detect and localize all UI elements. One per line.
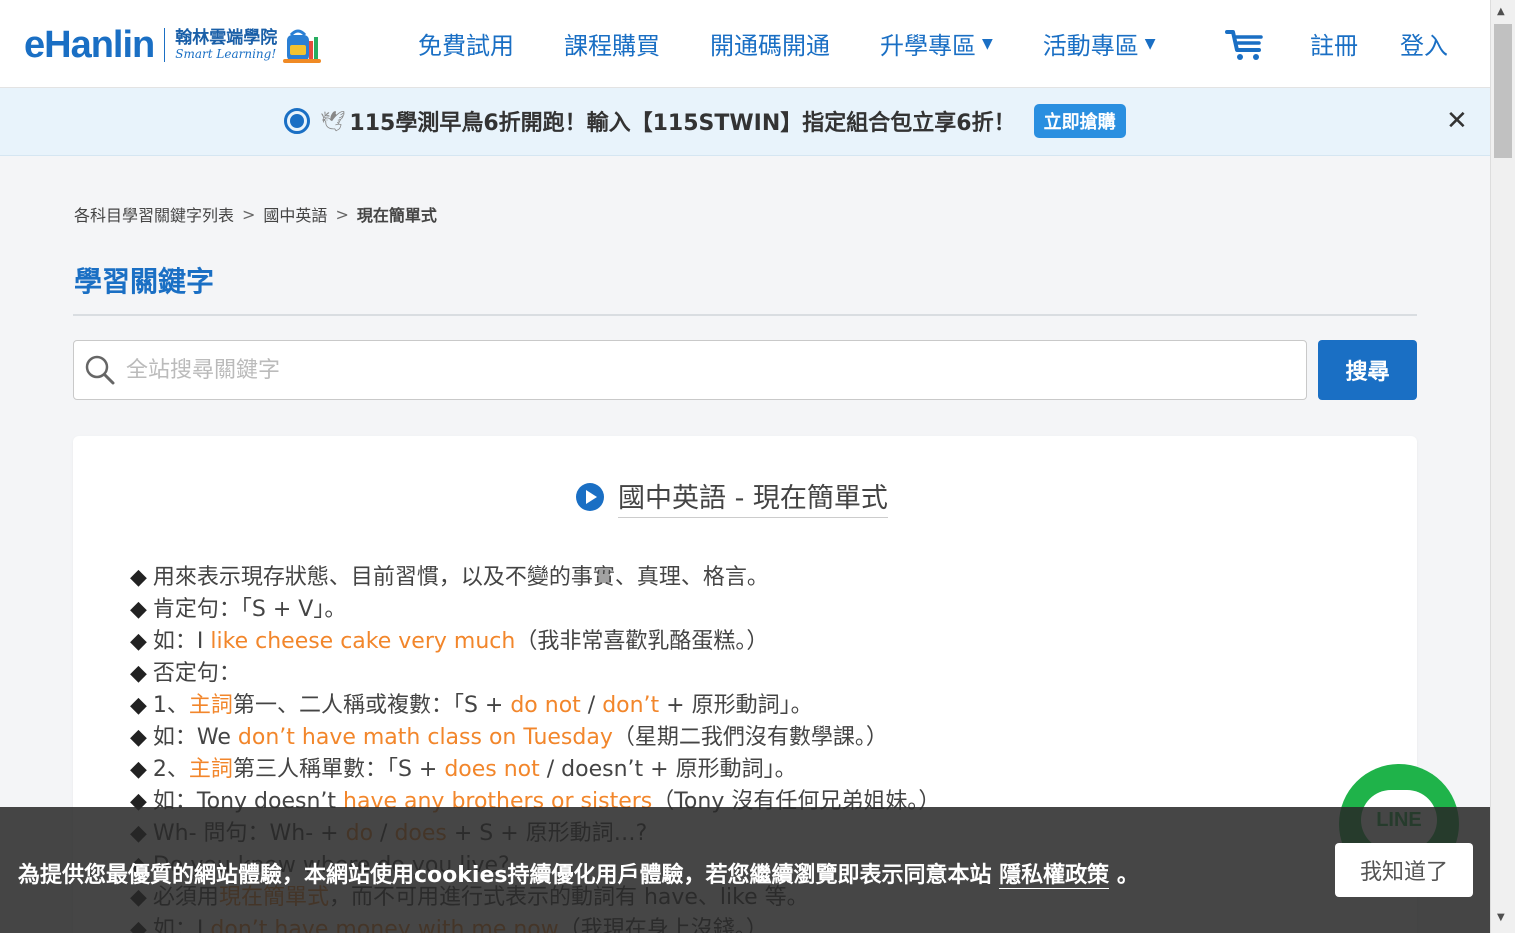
register-link[interactable]: 註冊 (1310, 26, 1358, 61)
content-text: 1、 (152, 693, 189, 718)
highlighted-keyword: do not (510, 693, 581, 718)
highlighted-keyword: don’t have math class on Tuesday (237, 725, 613, 750)
promo-banner: 🕊 115學測早鳥6折開跑！輸入【115STWIN】指定組合包立享6折！ 立即搶… (0, 88, 1490, 156)
nav-activation-code-label: 開通碼開通 (710, 32, 830, 60)
logo-tagline: Smart Learning! (175, 46, 277, 61)
content-text: 如：We (152, 725, 238, 750)
cookie-accept-button[interactable]: 我知道了 (1335, 843, 1473, 897)
caret-down-icon: ▼ (1144, 35, 1156, 52)
logo-divider (164, 28, 166, 62)
diamond-bullet-icon: ◆ (130, 757, 147, 782)
privacy-policy-link[interactable]: 隱私權政策 (999, 863, 1110, 889)
diamond-bullet-icon: ◆ (130, 597, 147, 622)
scroll-down-icon[interactable]: ▼ (1497, 912, 1505, 923)
content-text: + 原形動詞」。 (659, 693, 813, 718)
page-title: 學習關鍵字 (74, 265, 215, 298)
schoolbag-icon (283, 29, 322, 63)
diamond-bullet-icon: ◆ (130, 565, 147, 590)
caret-down-icon: ▼ (982, 35, 993, 52)
content-text: / (580, 693, 603, 718)
card-title-text: 國中英語 - 現在簡單式 (618, 476, 888, 518)
content-text: 用來表示現存狀態、目前習慣，以及不變的事實、真理、格言。 (152, 565, 769, 590)
diamond-bullet-icon: ◆ (130, 725, 147, 750)
content-text: 2、 (152, 757, 189, 782)
content-text: / doesn’t + 原形動詞」。 (539, 757, 797, 782)
cookie-message: 為提供您最優質的網站體驗，本網站使用cookies持續優化用戶體驗，若您繼續瀏覽… (18, 863, 992, 888)
content-text: 否定句： (152, 661, 241, 686)
logo-wordmark: eHanlin (24, 23, 155, 66)
nav-activation-code[interactable]: 開通碼開通 (710, 26, 830, 61)
highlighted-keyword: don’t (602, 693, 660, 718)
card-title: 國中英語 - 現在簡單式 (576, 476, 888, 518)
breadcrumb-separator: > (335, 204, 349, 224)
content-line: ◆ 否定句： (130, 658, 940, 690)
nav-course-purchase-label: 課程購買 (564, 32, 660, 60)
radio-dot-icon (284, 108, 310, 134)
nav-event-zone-label: 活動專區 (1042, 32, 1139, 60)
login-link[interactable]: 登入 (1400, 26, 1448, 61)
breadcrumb-separator: > (242, 204, 256, 224)
bird-icon: 🕊 (320, 109, 346, 133)
diamond-bullet-icon: ◆ (130, 629, 147, 654)
diamond-bullet-icon: ◆ (130, 693, 147, 718)
content-text: 如：I (152, 629, 211, 654)
search-input[interactable] (126, 351, 1296, 389)
scroll-thumb[interactable] (1494, 24, 1512, 158)
scrollbar[interactable]: ▲ ▼ (1490, 0, 1515, 933)
content-line: ◆ 用來表示現存狀態、目前習慣，以及不變的事實、真理、格言。 (130, 562, 940, 594)
content-text: （我非常喜歡乳酪蛋糕。） (515, 629, 769, 654)
content-line: ◆ 1、主詞第一、二人稱或複數：「S + do not / don’t + 原形動… (130, 690, 940, 722)
search-button[interactable]: 搜尋 (1318, 340, 1417, 400)
highlighted-keyword: does not (444, 757, 540, 782)
search-box (73, 340, 1307, 400)
nav-event-zone[interactable]: 活動專區 ▼ (1043, 26, 1156, 61)
content-text: 第三人稱單數：「S + (232, 757, 445, 782)
site-header: eHanlin 翰林雲端學院 Smart Learning! 免費試用 課程購買… (0, 0, 1490, 88)
divider (73, 314, 1417, 316)
cookie-text: 為提供您最優質的網站體驗，本網站使用cookies持續優化用戶體驗，若您繼續瀏覽… (18, 857, 1139, 889)
nav-course-purchase[interactable]: 課程購買 (564, 26, 660, 61)
nav-admission-zone[interactable]: 升學專區 ▼ (880, 26, 993, 61)
breadcrumb: 各科目學習關鍵字列表 > 國中英語 > 現在簡單式 (74, 202, 437, 226)
logo-subtitle: 翰林雲端學院 Smart Learning! (175, 27, 278, 61)
content-text: 肯定句：「S + V」。 (152, 597, 347, 622)
nav-free-trial[interactable]: 免費試用 (418, 26, 514, 61)
cookie-suffix: 。 (1116, 863, 1139, 888)
buy-now-button[interactable]: 立即搶購 (1033, 104, 1126, 138)
nav-admission-zone-label: 升學專區 (880, 32, 976, 60)
cookie-banner: 為提供您最優質的網站體驗，本網站使用cookies持續優化用戶體驗，若您繼續瀏覽… (0, 807, 1490, 933)
promo-text: 115學測早鳥6折開跑！輸入【115STWIN】指定組合包立享6折！ (349, 111, 1016, 136)
breadcrumb-current: 現在簡單式 (356, 206, 437, 225)
breadcrumb-junior-english[interactable]: 國中英語 (263, 202, 327, 226)
breadcrumb-keyword-list[interactable]: 各科目學習關鍵字列表 (74, 202, 234, 226)
diamond-bullet-icon: ◆ (130, 661, 147, 686)
highlighted-keyword: like cheese cake very much (210, 629, 516, 654)
content-text: 第一、二人稱或複數：「S + (232, 693, 511, 718)
content-text: （星期二我們沒有數學課。） (612, 725, 888, 750)
search-icon (85, 355, 115, 385)
highlighted-keyword: 主詞 (188, 693, 233, 718)
content-line: ◆ 如：I like cheese cake very much（我非常喜歡乳酪蛋… (130, 626, 940, 658)
highlighted-keyword: 主詞 (188, 757, 233, 782)
content-line: ◆ 肯定句：「S + V」。 (130, 594, 940, 626)
ehanlin-logo[interactable]: eHanlin 翰林雲端學院 Smart Learning! (24, 22, 323, 68)
close-icon[interactable]: ✕ (1446, 106, 1468, 136)
shopping-cart-icon[interactable] (1225, 28, 1265, 62)
content-line: ◆ 如：We don’t have math class on Tuesday（星… (130, 722, 940, 754)
main-nav: 免費試用 課程購買 開通碼開通 升學專區 ▼ 活動專區 ▼ (418, 26, 1206, 61)
nav-free-trial-label: 免費試用 (418, 32, 514, 60)
content-line: ◆ 2、主詞第三人稱單數：「S + does not / doesn’t + 原形… (130, 754, 940, 786)
play-icon[interactable] (576, 483, 604, 511)
scroll-up-icon[interactable]: ▲ (1497, 6, 1505, 17)
logo-chinese-name: 翰林雲端學院 (175, 27, 278, 48)
